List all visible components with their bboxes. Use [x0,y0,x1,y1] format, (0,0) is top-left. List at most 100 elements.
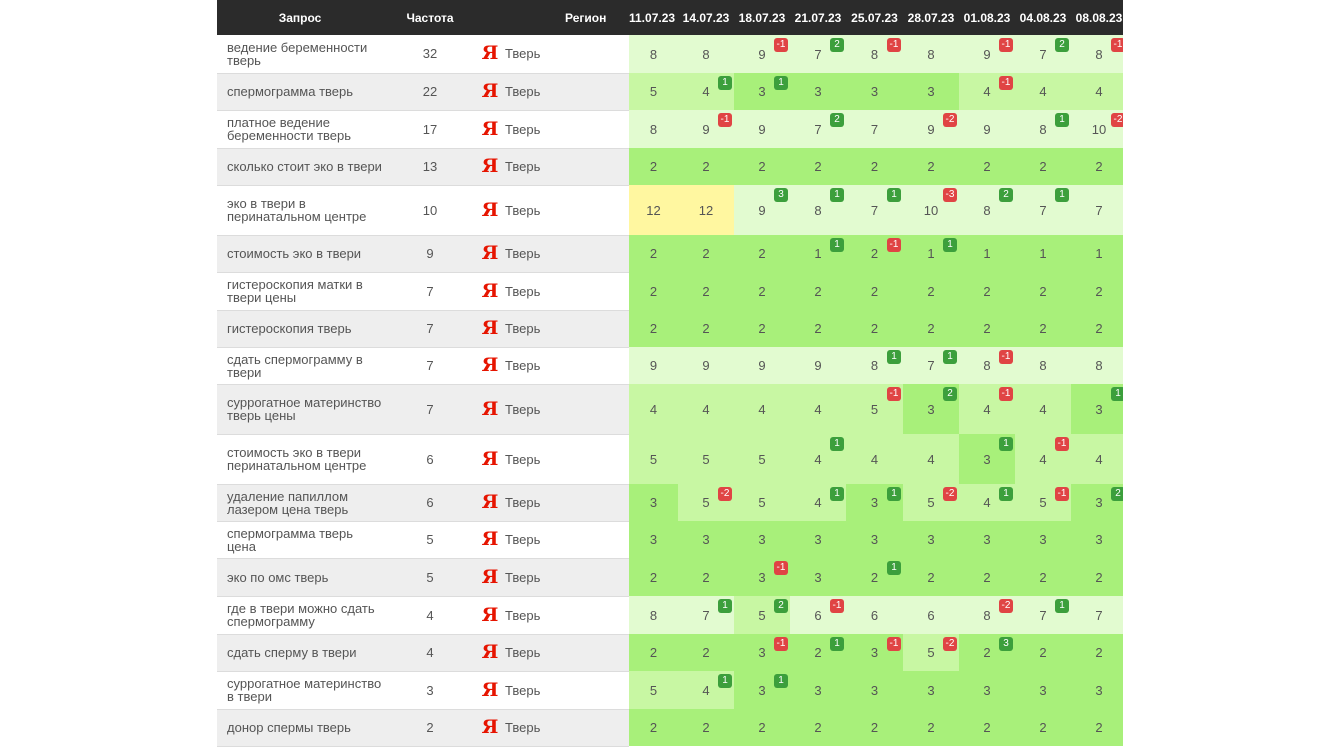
position-cell: 4 [846,434,903,484]
position-value: 3 [814,84,822,99]
position-value: 9 [758,46,766,62]
region-cell: Тверь [503,310,629,348]
yandex-icon: Я [481,565,499,588]
position-cell: 8 -1 [846,35,903,73]
query-cell: стоимость эко в твери перинатальном цент… [217,434,383,485]
position-gain-badge: 1 [887,561,901,575]
table-row: спермограмма тверь цена 5 Я Тверь 3 3 3 3 3 3 3 3 3 [217,521,1123,559]
position-cell: 31 [959,434,1015,484]
position-cell: 3 [790,521,846,558]
position-cell: 2 [678,709,734,746]
position-value: 3 [758,84,766,99]
region-column-header[interactable]: Регион [503,0,629,35]
position-value: 7 [870,121,879,137]
position-value: 2 [1039,283,1047,299]
frequency-column-header[interactable]: Частота [383,0,477,35]
position-cell: 2 [959,272,1015,310]
position-value: 2 [758,321,766,336]
search-engine-cell: Я [477,235,503,273]
position-value: 9 [649,358,658,373]
date-column-header[interactable]: 11.07.23 [629,0,678,35]
date-column-header[interactable]: 14.07.23 [678,0,734,35]
frequency-cell: 7 [383,384,477,435]
position-cell: 82 [959,185,1015,235]
region-cell: Тверь [503,35,629,74]
yandex-icon: Я [481,279,499,302]
position-cell: 4 -1 [959,384,1015,434]
position-value: 2 [1095,645,1103,660]
position-value: 9 [758,202,766,218]
date-column-header[interactable]: 25.07.23 [846,0,903,35]
position-cell: 2 [903,148,959,185]
query-text: спермограмма тверь цена [227,525,354,554]
position-value: 2 [1039,645,1047,660]
position-value: 2 [983,720,991,735]
position-cell: 72 [790,35,846,73]
position-drop-badge: -1 [774,38,788,52]
position-cell: 2 [790,310,846,347]
position-cell: 9 [678,347,734,384]
yandex-icon: Я [481,117,499,140]
query-text: сколько стоит эко в твери [227,159,382,174]
query-cell: суррогатное материнство в твери [217,671,383,710]
position-cell: 31 [846,484,903,521]
position-value: 3 [649,495,658,510]
position-cell: 12 [678,185,734,235]
region-cell: Тверь [503,235,629,273]
position-cell: 8 [678,35,734,73]
position-drop-badge: -1 [887,387,901,401]
position-cell: 3 -1 [734,634,790,671]
date-column-header[interactable]: 18.07.23 [734,0,790,35]
position-value: 4 [1039,84,1047,99]
position-value: 2 [758,159,766,174]
position-cell: 9 -1 [734,35,790,73]
position-drop-badge: -1 [1055,487,1069,501]
position-value: 2 [814,321,822,336]
position-value: 8 [983,607,991,623]
query-column-header[interactable]: Запрос [217,0,383,35]
position-value: 2 [1095,569,1103,585]
position-gain-badge: 2 [1055,38,1069,52]
position-value: 3 [1095,532,1103,547]
query-cell: гистероскопия матки в твери цены [217,272,383,311]
position-cell: 72 [1015,35,1071,73]
position-value: 9 [814,358,822,373]
position-value: 3 [870,532,879,547]
position-cell: 2 [678,235,734,272]
position-cell: 8 [903,35,959,73]
position-cell: 9 -2 [903,110,959,148]
search-engine-cell: Я [477,35,503,74]
position-cell: 2 [629,148,678,185]
position-value: 3 [1095,682,1103,698]
yandex-icon: Я [481,354,499,376]
position-value: 3 [927,401,935,417]
frequency-cell: 3 [383,671,477,710]
position-value: 2 [983,569,991,585]
date-column-header[interactable]: 04.08.23 [1015,0,1071,35]
position-value: 7 [1039,202,1047,218]
position-cell: 5 -2 [903,484,959,521]
position-cell: 52 [734,596,790,634]
position-cell: 6 [903,596,959,634]
search-engine-cell: Я [477,148,503,186]
date-column-header[interactable]: 01.08.23 [959,0,1015,35]
table-row: платное ведение беременности тверь 17 Я Тве… [217,110,1123,149]
position-drop-badge: -2 [943,113,957,127]
position-cell: 2 -1 [846,235,903,272]
position-cell: 10 -2 [1071,110,1123,148]
yandex-icon: Я [481,155,499,177]
query-cell: стоимость эко в твери [217,235,383,273]
position-cell: 4 [678,384,734,434]
position-gain-badge: 1 [718,674,732,688]
position-cell: 1 [959,235,1015,272]
region-cell: Тверь [503,596,629,635]
position-drop-badge: -1 [830,599,844,613]
position-value: 3 [1039,682,1047,698]
date-column-header[interactable]: 08.08.23 [1071,0,1123,35]
date-column-header[interactable]: 28.07.23 [903,0,959,35]
position-value: 4 [702,84,710,99]
frequency-cell: 32 [383,35,477,74]
date-column-header[interactable]: 21.07.23 [790,0,846,35]
position-cell: 2 [629,558,678,596]
position-value: 3 [758,569,766,585]
